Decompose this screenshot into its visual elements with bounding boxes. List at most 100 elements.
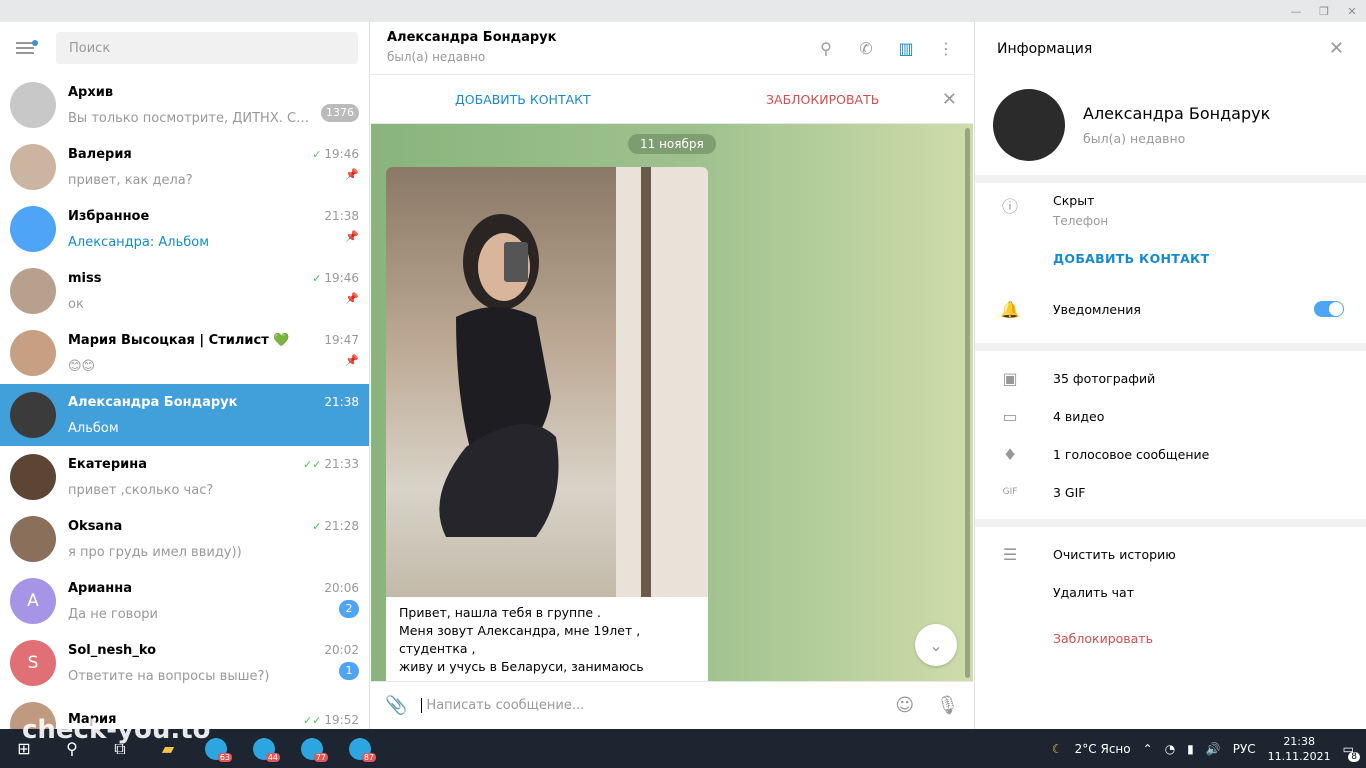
chat-item[interactable]: Валерия ✓ 19:46 привет, как дела? 📌 (0, 136, 369, 198)
delete-chat-row[interactable]: Удалить чат (975, 573, 1366, 611)
message-text: Привет, нашла тебя в группе . Меня зовут… (399, 605, 651, 681)
volume-icon[interactable]: 🔊 (1206, 742, 1221, 756)
message-input[interactable]: Написать сообщение... (421, 698, 895, 713)
pin-icon: 📌 (345, 230, 359, 243)
avatar[interactable] (993, 89, 1065, 161)
chat-item[interactable]: А Арианна 20:06 Да не говори 2 (0, 570, 369, 632)
video-icon: ▭ (1002, 406, 1018, 426)
telegram-taskbar-icon[interactable]: 44 (240, 729, 288, 768)
chat-preview: Да не говори (68, 607, 158, 622)
maximize-icon[interactable]: ❐ (1310, 5, 1338, 18)
close-icon[interactable]: ✕ (942, 89, 957, 110)
chat-name: Валерия (68, 146, 132, 162)
chat-name: Oksana (68, 518, 123, 534)
chat-preview: Александра: Альбом (68, 235, 209, 250)
close-window-icon[interactable]: ✕ (1338, 5, 1366, 18)
message-photo[interactable] (386, 167, 708, 597)
clear-history-row[interactable]: ☰ Очистить историю (975, 535, 1366, 573)
voice-label: 1 голосовое сообщение (1053, 446, 1210, 462)
message-area[interactable]: 11 ноября Привет, нашла тебя в группе . … (371, 124, 973, 681)
unread-badge: 2 (339, 599, 359, 618)
gif-icon: GIF (1002, 487, 1018, 497)
telegram-taskbar-icon[interactable]: 87 (336, 729, 384, 768)
battery-icon[interactable]: ▮ (1187, 742, 1194, 756)
weather-text[interactable]: 2°C Ясно (1075, 742, 1131, 756)
search-icon[interactable]: ⚲ (815, 37, 837, 59)
photos-label: 35 фотографий (1053, 370, 1156, 386)
gif-row[interactable]: GIF 3 GIF (975, 473, 1366, 511)
avatar (10, 392, 56, 438)
clock-time: 21:38 (1283, 734, 1316, 748)
watermark: check-you.to (22, 715, 211, 745)
read-check-icon: ✓✓ (302, 713, 322, 727)
info-panel: Информация ✕ Александра Бондарук был(а) … (974, 22, 1366, 729)
chat-item[interactable]: Екатерина ✓✓ 21:33 привет ,сколько час? (0, 446, 369, 508)
chat-name: Екатерина (68, 456, 147, 472)
bell-icon: 🔔 (1000, 299, 1020, 319)
minimize-icon[interactable]: — (1282, 5, 1310, 18)
chat-name: Sol_nesh_ko (68, 642, 157, 658)
videos-row[interactable]: ▭ 4 видео (975, 397, 1366, 435)
pin-icon: 📌 (345, 292, 359, 305)
taskbar-badge: 44 (265, 753, 280, 762)
chat-item[interactable]: Архив Вы только посмотрите, ДИТНХ. СОДЕ..… (0, 74, 369, 136)
chat-preview: Ответите на вопросы выше?) (68, 669, 269, 684)
chevron-up-icon[interactable]: ⌃ (1143, 742, 1153, 756)
notifications-toggle[interactable] (1314, 301, 1344, 317)
taskbar-badge: 87 (361, 753, 376, 762)
phone-icon[interactable]: ✆ (855, 37, 877, 59)
chat-preview: 😊😊 (68, 359, 95, 374)
preview-text: привет ,сколько час? (68, 482, 214, 498)
block-row[interactable]: Заблокировать (975, 619, 1366, 657)
moon-icon: ☾ (1051, 741, 1063, 756)
telegram-taskbar-icon[interactable]: 77 (288, 729, 336, 768)
photos-row[interactable]: ▣ 35 фотографий (975, 359, 1366, 397)
search-input[interactable]: Поиск (56, 32, 358, 64)
chat-name: Мария Высоцкая | Стилист 💚 (68, 332, 290, 348)
chat-item[interactable]: miss ✓ 19:46 ок 📌 (0, 260, 369, 322)
taskbar-badge: 63 (217, 753, 232, 762)
scrollbar[interactable] (965, 128, 970, 678)
notifications-row[interactable]: 🔔 Уведомления (975, 287, 1366, 331)
block-button[interactable]: ЗАБЛОКИРОВАТЬ (766, 92, 879, 107)
chat-time: 19:52 (324, 712, 359, 727)
action-bar: ДОБАВИТЬ КОНТАКТ ЗАБЛОКИРОВАТЬ ✕ (371, 75, 973, 124)
scroll-down-button[interactable]: ⌄ (915, 624, 957, 666)
conversation-header[interactable]: Александра Бондарук был(а) недавно ⚲ ✆ ▥… (371, 22, 973, 75)
attach-icon[interactable]: 📎 (385, 695, 407, 716)
microphone-icon[interactable]: 🎙 (936, 695, 959, 716)
mic-icon: ♦ (1002, 444, 1018, 464)
info-icon: ⓘ (1001, 197, 1018, 216)
chat-item[interactable]: Избранное 21:38 Александра: Альбом 📌 (0, 198, 369, 260)
preview-text: ок (68, 296, 84, 312)
chat-item[interactable]: Александра Бондарук 21:38 Альбом (0, 384, 369, 446)
message-bubble[interactable]: Привет, нашла тебя в группе . Меня зовут… (386, 167, 708, 681)
clock[interactable]: 21:38 11.11.2021 (1268, 734, 1331, 764)
list-icon: ☰ (1002, 544, 1018, 564)
chat-item[interactable]: Мария Высоцкая | Стилист 💚 19:47 😊😊 📌 (0, 322, 369, 384)
voice-row[interactable]: ♦ 1 голосовое сообщение (975, 435, 1366, 473)
close-info-icon[interactable]: ✕ (1329, 38, 1344, 59)
wifi-icon[interactable]: ◔ (1165, 742, 1175, 756)
date-badge: 11 ноября (628, 134, 716, 154)
add-contact-button[interactable]: ДОБАВИТЬ КОНТАКТ (455, 92, 591, 107)
emoji-icon[interactable]: ☺ (895, 695, 914, 716)
pin-icon: 📌 (345, 354, 359, 367)
chat-preview: привет, как дела? (68, 173, 193, 188)
chat-name: miss (68, 270, 102, 286)
chat-time: 21:33 (324, 457, 359, 471)
chat-item[interactable]: S Sol_nesh_ko 20:02 Ответите на вопросы выш… (0, 632, 369, 694)
language-indicator[interactable]: РУС (1233, 742, 1256, 756)
media-section: ▣ 35 фотографий ▭ 4 видео ♦ 1 голосовое соо… (975, 351, 1366, 527)
preview-text: Вы только посмотрите, ДИТНХ. СОДЕ... (68, 110, 315, 126)
chat-item[interactable]: Oksana ✓ 21:28 я про грудь имел ввиду)) (0, 508, 369, 570)
notification-icon[interactable]: ▭ 8 (1343, 742, 1360, 762)
menu-icon[interactable] (16, 40, 38, 56)
phone-value: Скрыт (1053, 193, 1095, 208)
chat-name: Избранное (68, 208, 150, 224)
add-contact-link[interactable]: ДОБАВИТЬ КОНТАКТ (1053, 251, 1209, 266)
sidebar-toggle-icon[interactable]: ▥ (895, 37, 917, 59)
actions-section: ☰ Очистить историю Удалить чат Заблокиров… (975, 527, 1366, 665)
avatar (10, 82, 56, 128)
more-icon[interactable]: ⋮ (935, 37, 957, 59)
